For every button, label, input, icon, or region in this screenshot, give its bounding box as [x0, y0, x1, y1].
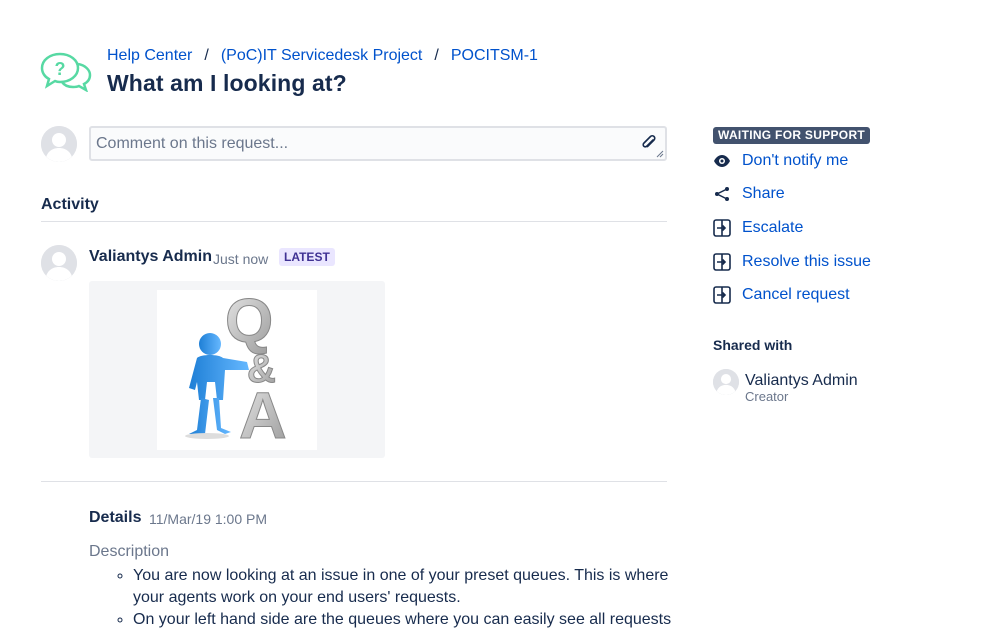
svg-text:?: ? [55, 59, 66, 79]
share-icon [713, 185, 731, 203]
action-label: Escalate [742, 219, 804, 236]
action-label: Cancel request [742, 286, 850, 303]
avatar [41, 126, 77, 162]
latest-badge: LATEST [279, 248, 335, 266]
activity-author: Valiantys Admin [89, 248, 212, 265]
shared-person-role: Creator [745, 389, 789, 404]
cancel-request-button[interactable]: Cancel request [713, 286, 850, 304]
details-date: 11/Mar/19 1:00 PM [149, 511, 268, 527]
list-item: On your left hand side are the queues wh… [133, 609, 678, 631]
comment-input[interactable] [91, 128, 626, 159]
help-center-icon: ? [40, 52, 92, 93]
details-label: Details [89, 509, 142, 526]
breadcrumb-separator: / [434, 47, 439, 64]
transition-icon [713, 219, 731, 237]
eye-icon [713, 152, 731, 170]
list-item: You are now looking at an issue in one o… [133, 565, 678, 609]
transition-icon [713, 253, 731, 271]
paperclip-icon[interactable] [641, 134, 657, 152]
breadcrumb-issue-key[interactable]: POCITSM-1 [451, 47, 538, 65]
breadcrumb-help-center[interactable]: Help Center [107, 47, 192, 65]
resolve-issue-button[interactable]: Resolve this issue [713, 253, 871, 271]
shared-with-heading: Shared with [713, 337, 793, 353]
activity-time: Just now [213, 251, 269, 267]
action-label: Don't notify me [742, 152, 849, 169]
svg-text:A: A [239, 378, 287, 450]
avatar [41, 245, 77, 281]
action-label: Share [742, 185, 785, 202]
activity-heading: Activity [41, 196, 99, 213]
breadcrumb-project[interactable]: (PoC)IT Servicedesk Project [221, 47, 423, 65]
share-button[interactable]: Share [713, 185, 785, 203]
avatar [713, 369, 739, 395]
escalate-button[interactable]: Escalate [713, 219, 803, 237]
description-list: You are now looking at an issue in one o… [115, 565, 678, 631]
status-badge: WAITING FOR SUPPORT [713, 127, 871, 144]
breadcrumb-separator: / [204, 47, 209, 64]
q-and-a-figure-image[interactable]: Q & A [157, 287, 317, 453]
divider [41, 481, 667, 482]
breadcrumb: Help Center / (PoC)IT Servicedesk Projec… [107, 47, 538, 65]
resize-handle-icon[interactable] [656, 150, 664, 158]
comment-field[interactable] [89, 126, 667, 161]
divider [41, 221, 667, 222]
shared-person-name: Valiantys Admin [745, 372, 858, 389]
page-title: What am I looking at? [107, 70, 347, 96]
dont-notify-button[interactable]: Don't notify me [713, 152, 848, 170]
description-label: Description [89, 543, 170, 560]
transition-icon [713, 286, 731, 304]
action-label: Resolve this issue [742, 253, 871, 270]
